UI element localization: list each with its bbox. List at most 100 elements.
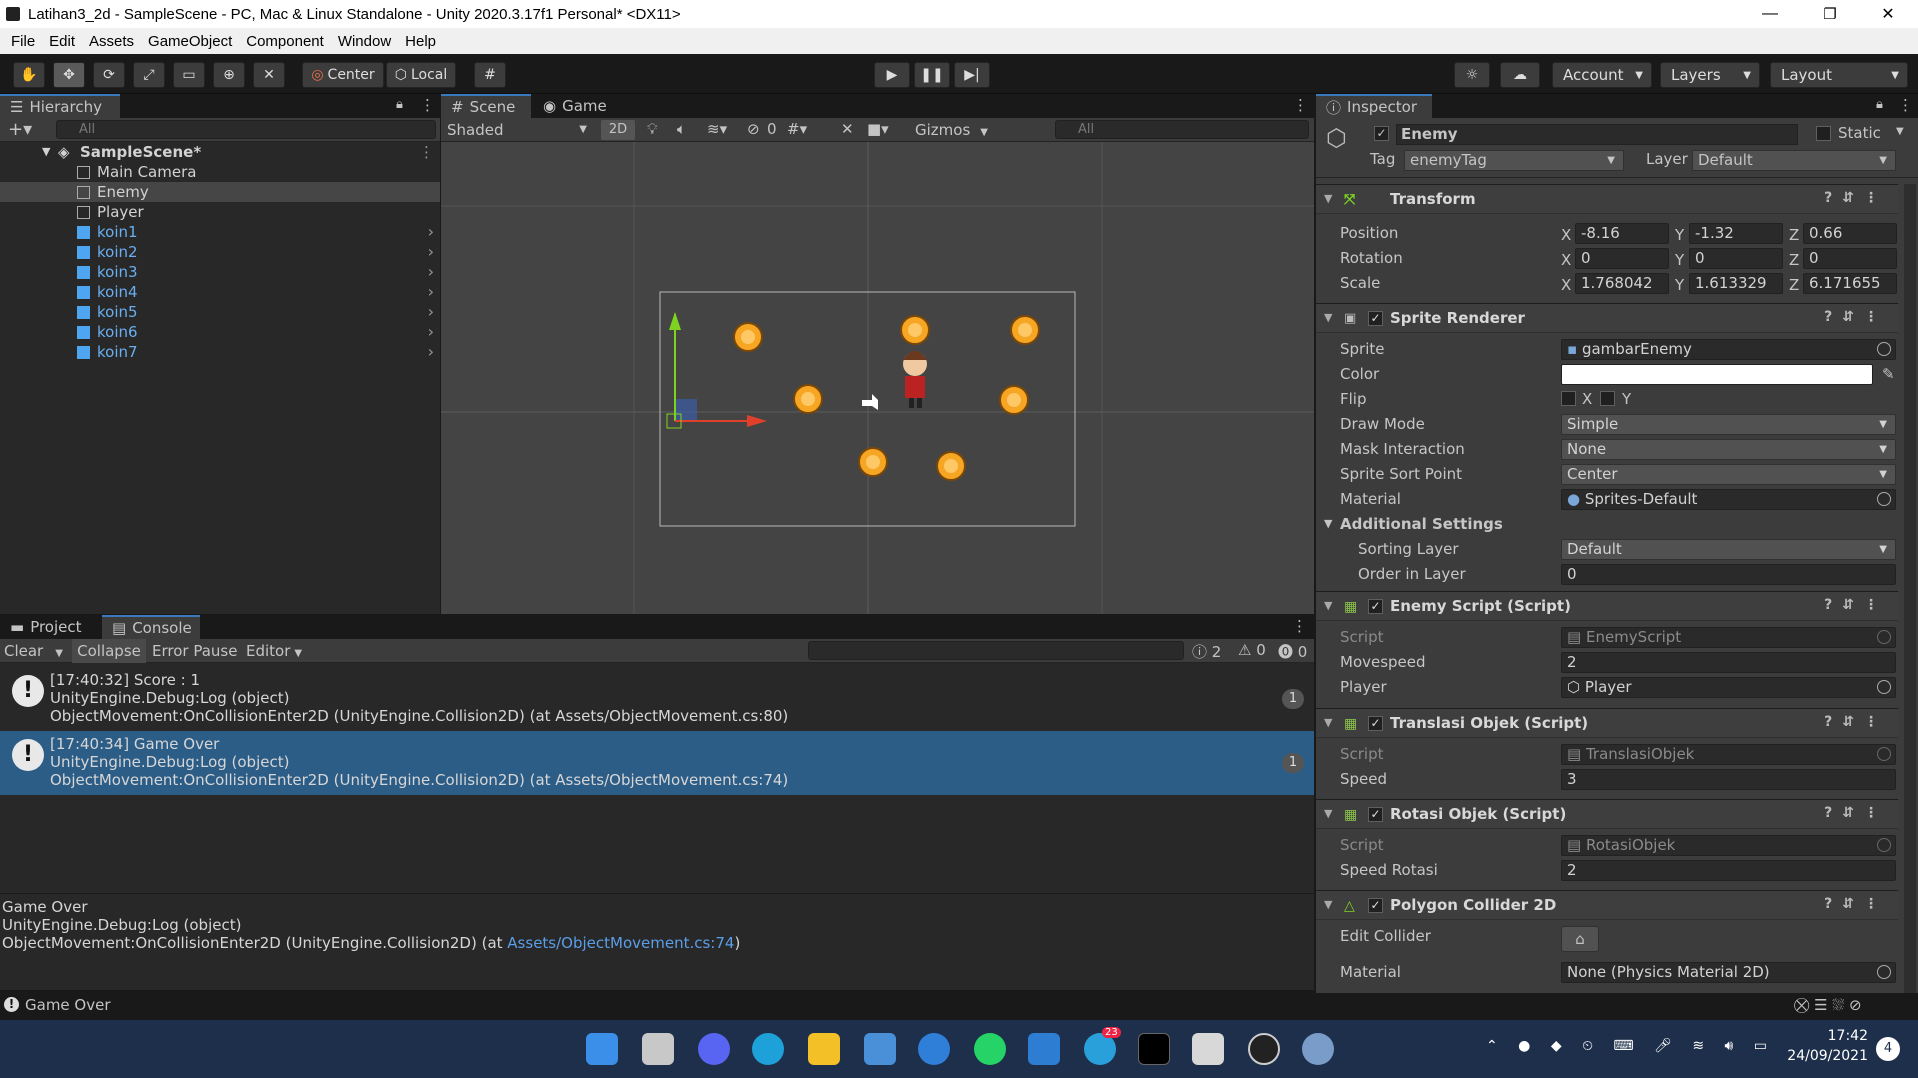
coin-sprite[interactable] [936, 451, 966, 481]
more-options-icon[interactable]: ⋮ [420, 96, 435, 114]
more-options-icon[interactable]: ⋮ [1898, 96, 1913, 114]
static-checkbox[interactable] [1816, 126, 1831, 141]
position-z-field[interactable]: 0.66 [1803, 223, 1897, 244]
console-entry-selected[interactable]: ! [17:40:34] Game Over UnityEngine.Debug… [0, 731, 1314, 795]
clear-button[interactable]: Clear ▼ [4, 639, 63, 663]
close-button[interactable]: ✕ [1858, 0, 1918, 28]
grid-toggle-icon[interactable]: #▾ [787, 120, 807, 138]
menu-assets[interactable]: Assets [82, 33, 141, 50]
layer-dropdown[interactable]: Default ▼ [1692, 150, 1896, 171]
tab-console[interactable]: ▤ Console [102, 615, 200, 639]
chevron-right-icon[interactable]: › [428, 302, 434, 322]
chevron-down-icon[interactable]: ▼ [1896, 126, 1904, 137]
scene-root-row[interactable]: ▼ ◈ SampleScene* ⋮ [0, 142, 440, 162]
restore-button[interactable]: ❐ [1800, 0, 1860, 28]
chevron-right-icon[interactable]: › [428, 242, 434, 262]
enabled-checkbox[interactable]: ✓ [1368, 716, 1383, 731]
draw-mode-dropdown[interactable]: Simple ▼ [1561, 414, 1896, 435]
menu-help[interactable]: Help [398, 33, 443, 50]
cloud-icon[interactable]: ☁ [1500, 62, 1540, 88]
hierarchy-item[interactable]: koin7 › [0, 342, 440, 362]
position-y-field[interactable]: -1.32 [1689, 223, 1783, 244]
enabled-checkbox[interactable]: ✓ [1368, 311, 1383, 326]
layout-dropdown[interactable]: Layout ▼ [1770, 62, 1908, 88]
coin-sprite[interactable] [733, 322, 763, 352]
add-icon[interactable]: +▾ [8, 119, 32, 140]
hierarchy-item[interactable]: Player [0, 202, 440, 222]
system-tray-icons[interactable]: ⌃ ● ◆ ⏲ ⌨ 🎤︎ ≋ 🔊︎ ▭ [1486, 1038, 1775, 1054]
status-icons[interactable]: ⛒ ☰ ⛆ ⊘ [1794, 996, 1862, 1014]
tab-scene[interactable]: # Scene [441, 94, 531, 118]
object-picker-icon[interactable] [1877, 680, 1891, 694]
pivot-center-button[interactable]: ◎ Center [302, 62, 384, 88]
toggle-2d-button[interactable]: 2D [601, 120, 635, 140]
object-picker-icon[interactable] [1877, 342, 1891, 356]
file-explorer-icon[interactable] [808, 1033, 840, 1065]
lighting-icon[interactable]: 💡︎ [647, 120, 658, 138]
scale-tool-icon[interactable]: ⤢ [133, 62, 165, 88]
obs-icon[interactable] [1248, 1033, 1280, 1065]
log-filter-toggle[interactable]: ⓘ 2 [1192, 641, 1221, 662]
edge-icon[interactable] [752, 1033, 784, 1065]
vscode-icon[interactable] [1028, 1033, 1060, 1065]
order-field[interactable]: 0 [1561, 564, 1896, 585]
audio-icon[interactable]: 🔈︎ [677, 120, 686, 138]
coin-sprite[interactable] [1010, 315, 1040, 345]
position-x-field[interactable]: -8.16 [1575, 223, 1669, 244]
collab-icon[interactable]: ☼ [1454, 62, 1490, 88]
more-options-icon[interactable]: ⋮ [1292, 617, 1307, 635]
chevron-right-icon[interactable]: › [428, 282, 434, 302]
move-plane-handle[interactable] [675, 399, 697, 421]
transform-tool-icon[interactable]: ⊕ [213, 62, 245, 88]
hierarchy-item[interactable]: koin3 › [0, 262, 440, 282]
layers-dropdown[interactable]: Layers ▼ [1660, 62, 1760, 88]
grid-snap-icon[interactable]: # [474, 62, 506, 88]
coin-sprite[interactable] [900, 315, 930, 345]
flip-y-checkbox[interactable] [1600, 391, 1615, 406]
tab-project[interactable]: ▬ Project [0, 615, 100, 639]
error-pause-toggle[interactable]: Error Pause [152, 639, 237, 663]
account-dropdown[interactable]: Account ▼ [1552, 62, 1652, 88]
lock-icon[interactable]: 🔒︎ [396, 97, 403, 112]
speed-field[interactable]: 3 [1561, 769, 1896, 790]
move-tool-icon[interactable]: ✥ [53, 62, 85, 88]
chevron-right-icon[interactable]: › [428, 262, 434, 282]
discord-icon[interactable] [698, 1033, 730, 1065]
component-tools[interactable]: ?⇵⋮ [1824, 309, 1888, 325]
menu-edit[interactable]: Edit [42, 33, 82, 50]
more-options-icon[interactable]: ⋮ [1293, 96, 1308, 114]
color-swatch[interactable] [1561, 364, 1873, 385]
start-icon[interactable] [586, 1033, 618, 1065]
camera-icon[interactable]: ■▾ [867, 120, 889, 138]
additional-settings-row[interactable]: ▼ Additional Settings [1316, 512, 1898, 536]
sorting-layer-dropdown[interactable]: Default ▼ [1561, 539, 1896, 560]
mask-dropdown[interactable]: None ▼ [1561, 439, 1896, 460]
tab-game[interactable]: ◉ Game [533, 94, 613, 118]
coin-sprite[interactable] [793, 384, 823, 414]
component-tools[interactable]: ?⇵⋮ [1824, 714, 1888, 730]
scale-y-field[interactable]: 1.613329 [1689, 273, 1783, 294]
chevron-right-icon[interactable]: › [428, 322, 434, 342]
enabled-checkbox[interactable]: ✓ [1368, 807, 1383, 822]
hierarchy-item[interactable]: Enemy [0, 182, 440, 202]
hierarchy-item[interactable]: koin2 › [0, 242, 440, 262]
scene-search-input[interactable]: All [1055, 120, 1309, 139]
sprite-renderer-header[interactable]: ▼ ▣ ✓ Sprite Renderer ?⇵⋮ [1316, 303, 1898, 333]
coin-sprite[interactable] [999, 385, 1029, 415]
hierarchy-item[interactable]: Main Camera [0, 162, 440, 182]
object-picker-icon[interactable] [1877, 492, 1891, 506]
snipping-icon[interactable] [1192, 1033, 1224, 1065]
player-field[interactable]: ⬡ Player [1561, 677, 1896, 698]
rotation-z-field[interactable]: 0 [1803, 248, 1897, 269]
scale-z-field[interactable]: 6.171655 [1803, 273, 1897, 294]
browser-icon[interactable] [918, 1033, 950, 1065]
pivot-local-button[interactable]: ⬡ Local [386, 62, 456, 88]
hidden-objects-icon[interactable]: ⊘ [747, 120, 760, 138]
tools-icon[interactable]: ✕ [841, 120, 854, 138]
sort-point-dropdown[interactable]: Center ▼ [1561, 464, 1896, 485]
hierarchy-search-input[interactable]: All [56, 120, 436, 139]
notification-badge[interactable]: 4 [1876, 1037, 1900, 1061]
menu-file[interactable]: File [4, 33, 42, 50]
edit-collider-button[interactable]: ⌂ [1561, 926, 1599, 952]
task-view-icon[interactable] [642, 1033, 674, 1065]
